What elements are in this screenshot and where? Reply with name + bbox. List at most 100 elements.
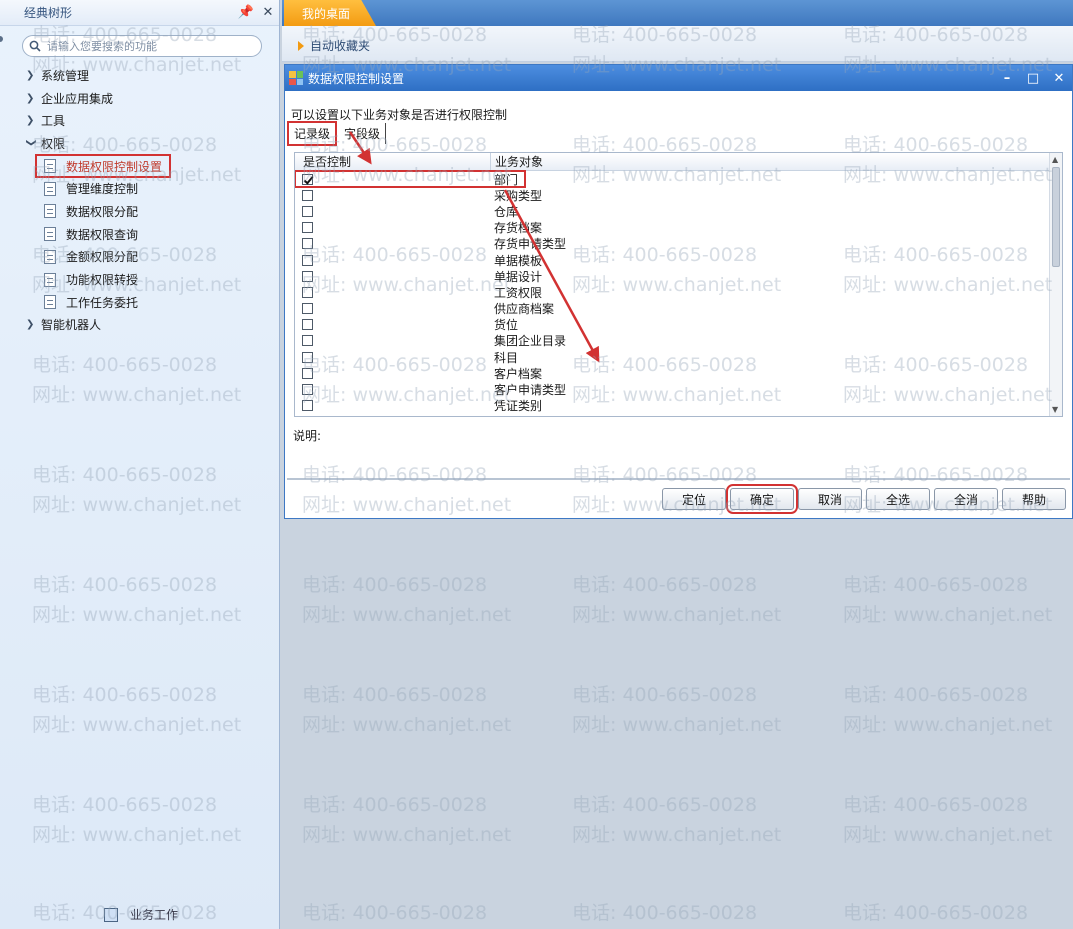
dialog-intro-text: 可以设置以下业务对象是否进行权限控制 bbox=[291, 108, 508, 122]
tab-my-desktop[interactable]: 我的桌面 bbox=[284, 0, 376, 26]
close-icon[interactable]: ✕ bbox=[257, 5, 279, 20]
control-checkbox[interactable] bbox=[302, 319, 313, 331]
tree-item-data-permission-query[interactable]: 数据权限查询 bbox=[0, 223, 278, 246]
object-name: 采购类型 bbox=[494, 188, 543, 203]
grid-scrollbar[interactable]: ▲ ▼ bbox=[1049, 153, 1062, 416]
business-work-label: 业务工作 bbox=[130, 908, 179, 922]
table-row[interactable]: 工资权限 bbox=[295, 284, 1050, 300]
data-permission-dialog: 数据权限控制设置 – □ ✕ 可以设置以下业务对象是否进行权限控制 记录级 字段… bbox=[284, 64, 1073, 519]
tree-item-permissions[interactable]: ❯ 权限 bbox=[0, 132, 278, 155]
tree-item-tools[interactable]: ❯ 工具 bbox=[0, 109, 278, 132]
column-header-control[interactable]: 是否控制 bbox=[295, 153, 491, 170]
tree-item-data-permission-assign[interactable]: 数据权限分配 bbox=[0, 200, 278, 223]
tree-item-task-delegation[interactable]: 工作任务委托 bbox=[0, 291, 278, 314]
watermark-site: 网址: www.chanjet.net bbox=[843, 714, 1053, 736]
table-row[interactable]: 存货档案 bbox=[295, 220, 1050, 236]
panel-edge-handle-icon[interactable] bbox=[0, 36, 3, 42]
table-row[interactable]: 采购类型 bbox=[295, 187, 1050, 203]
tree-item-system-management[interactable]: ❯ 系统管理 bbox=[0, 64, 278, 87]
control-checkbox[interactable] bbox=[302, 351, 313, 363]
close-icon[interactable]: ✕ bbox=[1046, 71, 1072, 86]
tree-item-data-permission-control[interactable]: 数据权限控制设置 bbox=[35, 153, 171, 179]
dialog-title: 数据权限控制设置 bbox=[308, 71, 405, 86]
dialog-titlebar[interactable]: 数据权限控制设置 – □ ✕ bbox=[285, 65, 1072, 91]
table-row[interactable]: 凭证类别 bbox=[295, 398, 1050, 414]
watermark-phone: 电话: 400-665-0028 bbox=[572, 574, 758, 596]
table-row[interactable]: 仓库 bbox=[295, 203, 1050, 219]
object-name: 单据模板 bbox=[494, 253, 543, 268]
select-all-button[interactable]: 全选 bbox=[866, 488, 930, 510]
object-name: 科目 bbox=[494, 350, 519, 365]
watermark-phone: 电话: 400-665-0028 bbox=[843, 794, 1029, 816]
tree-item-enterprise-integration[interactable]: ❯ 企业应用集成 bbox=[0, 87, 278, 110]
object-name: 单据设计 bbox=[494, 269, 543, 284]
watermark-site: 网址: www.chanjet.net bbox=[302, 714, 512, 736]
chevron-down-icon[interactable]: ❯ bbox=[26, 138, 37, 148]
tree-item-dimension-control[interactable]: 管理维度控制 bbox=[0, 177, 278, 200]
control-checkbox[interactable] bbox=[302, 173, 313, 185]
table-row[interactable]: 客户申请类型 bbox=[295, 381, 1050, 397]
table-row[interactable]: 客户档案 bbox=[295, 365, 1050, 381]
column-header-object[interactable]: 业务对象 bbox=[491, 153, 543, 170]
control-checkbox[interactable] bbox=[302, 254, 313, 266]
table-row[interactable]: 单据设计 bbox=[295, 268, 1050, 284]
tree-item-smart-robot[interactable]: ❯ 智能机器人 bbox=[0, 314, 278, 337]
table-row[interactable]: 部门 bbox=[295, 169, 526, 189]
table-row[interactable]: 存货申请类型 bbox=[295, 236, 1050, 252]
table-row[interactable]: 科目 bbox=[295, 349, 1050, 365]
table-row[interactable]: 供应商档案 bbox=[295, 301, 1050, 317]
control-checkbox[interactable] bbox=[302, 303, 313, 315]
tree-item-label: 系统管理 bbox=[41, 68, 90, 83]
table-row[interactable]: 集团企业目录 bbox=[295, 333, 1050, 349]
cancel-button[interactable]: 取消 bbox=[798, 488, 862, 510]
locate-button[interactable]: 定位 bbox=[662, 488, 726, 510]
document-icon bbox=[44, 249, 56, 264]
function-tree: ❯ 系统管理 ❯ 企业应用集成 ❯ 工具 ❯ 权限 数据权限控制设置 管理维度控… bbox=[0, 64, 278, 336]
search-input[interactable] bbox=[47, 39, 247, 53]
watermark-phone: 电话: 400-665-0028 bbox=[302, 794, 488, 816]
table-row[interactable]: 单据模板 bbox=[295, 252, 1050, 268]
tree-item-label: 管理维度控制 bbox=[66, 182, 139, 197]
tree-item-label: 功能权限转授 bbox=[66, 273, 139, 288]
clear-all-button[interactable]: 全消 bbox=[934, 488, 998, 510]
dialog-button-bar: 定位 确定 取消 全选 全消 帮助 bbox=[662, 484, 1066, 514]
control-checkbox[interactable] bbox=[302, 189, 313, 201]
tree-item-amount-permission[interactable]: 金额权限分配 bbox=[0, 246, 278, 269]
business-object-grid: 是否控制 业务对象 部门 采购类型 仓库 存货档案 存货申请类型 单据模板 单据… bbox=[294, 152, 1063, 417]
control-checkbox[interactable] bbox=[302, 384, 313, 396]
control-checkbox[interactable] bbox=[302, 270, 313, 282]
chevron-right-icon[interactable]: ❯ bbox=[26, 115, 41, 126]
control-checkbox[interactable] bbox=[302, 238, 313, 250]
scroll-down-icon[interactable]: ▼ bbox=[1052, 405, 1058, 414]
control-checkbox[interactable] bbox=[302, 286, 313, 298]
business-work-icon bbox=[104, 907, 118, 922]
favorites-label: 自动收藏夹 bbox=[310, 39, 371, 53]
tab-record-level[interactable]: 记录级 bbox=[286, 120, 338, 146]
chevron-right-icon[interactable]: ❯ bbox=[26, 70, 41, 81]
watermark-phone: 电话: 400-665-0028 bbox=[843, 902, 1029, 924]
object-name: 存货档案 bbox=[494, 221, 543, 236]
business-work-button[interactable]: 业务工作 bbox=[104, 906, 178, 923]
favorites-link[interactable]: 自动收藏夹 bbox=[298, 37, 370, 54]
chevron-right-icon[interactable]: ❯ bbox=[26, 319, 41, 330]
control-checkbox[interactable] bbox=[302, 367, 313, 379]
tab-field-level[interactable]: 字段级 bbox=[339, 122, 387, 144]
control-checkbox[interactable] bbox=[302, 335, 313, 347]
favorites-bar: 自动收藏夹 bbox=[282, 26, 1073, 62]
search-box[interactable] bbox=[22, 35, 262, 57]
maximize-icon[interactable]: □ bbox=[1020, 71, 1046, 86]
control-checkbox[interactable] bbox=[302, 205, 313, 217]
control-checkbox[interactable] bbox=[302, 400, 313, 412]
tree-item-function-delegation[interactable]: 功能权限转授 bbox=[0, 268, 278, 291]
minimize-icon[interactable]: – bbox=[994, 71, 1020, 86]
scrollbar-thumb[interactable] bbox=[1052, 167, 1060, 267]
control-checkbox[interactable] bbox=[302, 222, 313, 234]
scroll-up-icon[interactable]: ▲ bbox=[1052, 155, 1058, 164]
help-button[interactable]: 帮助 bbox=[1002, 488, 1066, 510]
pin-icon[interactable]: 📌 bbox=[235, 5, 257, 20]
tree-item-label: 工作任务委托 bbox=[66, 295, 139, 310]
chevron-right-icon[interactable]: ❯ bbox=[26, 93, 41, 104]
table-row[interactable]: 货位 bbox=[295, 317, 1050, 333]
watermark-site: 网址: www.chanjet.net bbox=[302, 604, 512, 626]
ok-button[interactable]: 确定 bbox=[726, 484, 798, 514]
